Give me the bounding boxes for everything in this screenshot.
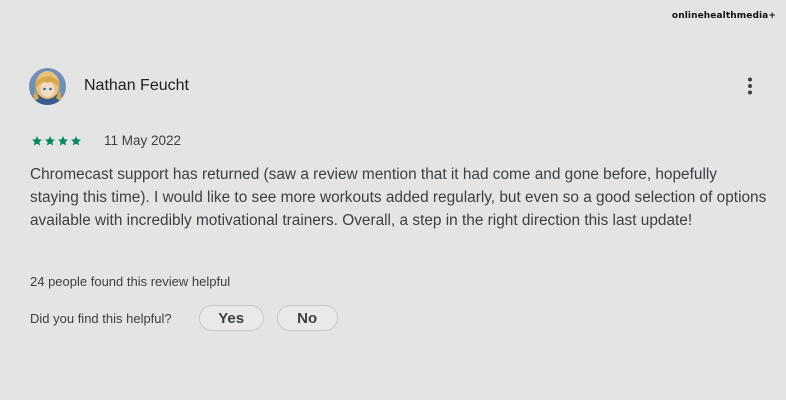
star-icon: [58, 135, 68, 145]
more-vert-icon: [748, 77, 752, 95]
star-icon: [32, 135, 42, 145]
star-icon: [71, 135, 81, 145]
reviewer-name: Nathan Feucht: [84, 77, 189, 94]
review-header: Nathan Feucht: [29, 67, 762, 105]
watermark: onlinehealthmedia+: [671, 11, 776, 21]
feedback-row: Did you find this helpful? Yes No: [30, 305, 338, 331]
helpful-count: 24 people found this review helpful: [30, 274, 231, 289]
review-date: 11 May 2022: [104, 133, 182, 148]
feedback-question: Did you find this helpful?: [30, 310, 172, 326]
more-options-button[interactable]: [738, 74, 762, 98]
review-text: Chromecast support has returned (saw a r…: [30, 166, 767, 229]
avatar: [29, 67, 66, 105]
yes-button[interactable]: Yes: [198, 305, 264, 331]
star-icon: [45, 135, 55, 145]
no-button[interactable]: No: [276, 305, 338, 331]
star-rating: [31, 135, 82, 147]
review-meta: 11 May 2022: [31, 133, 181, 148]
